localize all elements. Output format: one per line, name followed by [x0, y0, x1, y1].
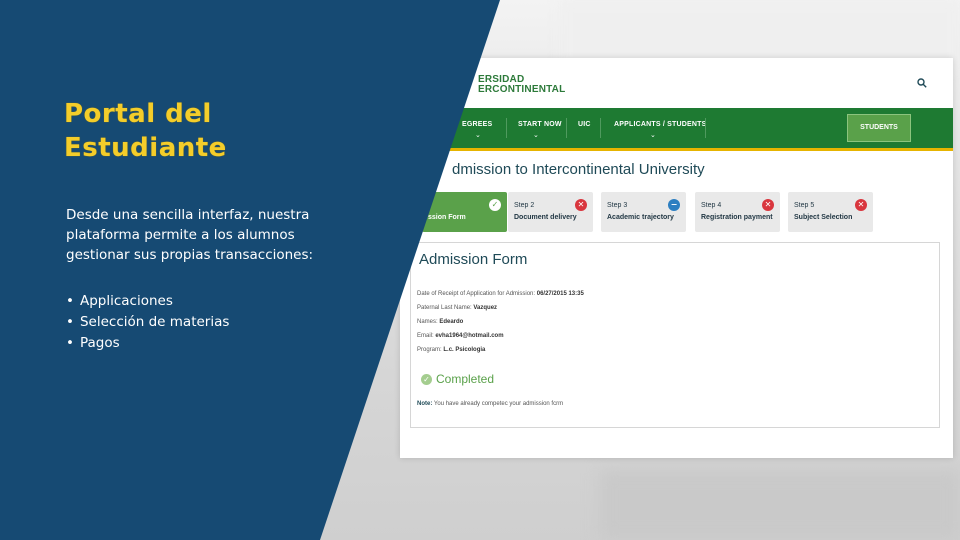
heading-line-2: Estudiante	[64, 133, 227, 163]
feature-list: Applicaciones Selección de materias Pago…	[66, 291, 229, 354]
slide-description: Desde una sencilla interfaz, nuestra pla…	[66, 207, 314, 263]
slide-heading: Portal del Estudiante	[64, 97, 227, 165]
title-panel	[0, 0, 500, 540]
heading-line-1: Portal del	[64, 99, 212, 129]
feature-item-payments: Pagos	[66, 333, 229, 354]
feature-item-applications: Applicaciones	[66, 291, 229, 312]
feature-item-subject-selection: Selección de materias	[66, 312, 229, 333]
